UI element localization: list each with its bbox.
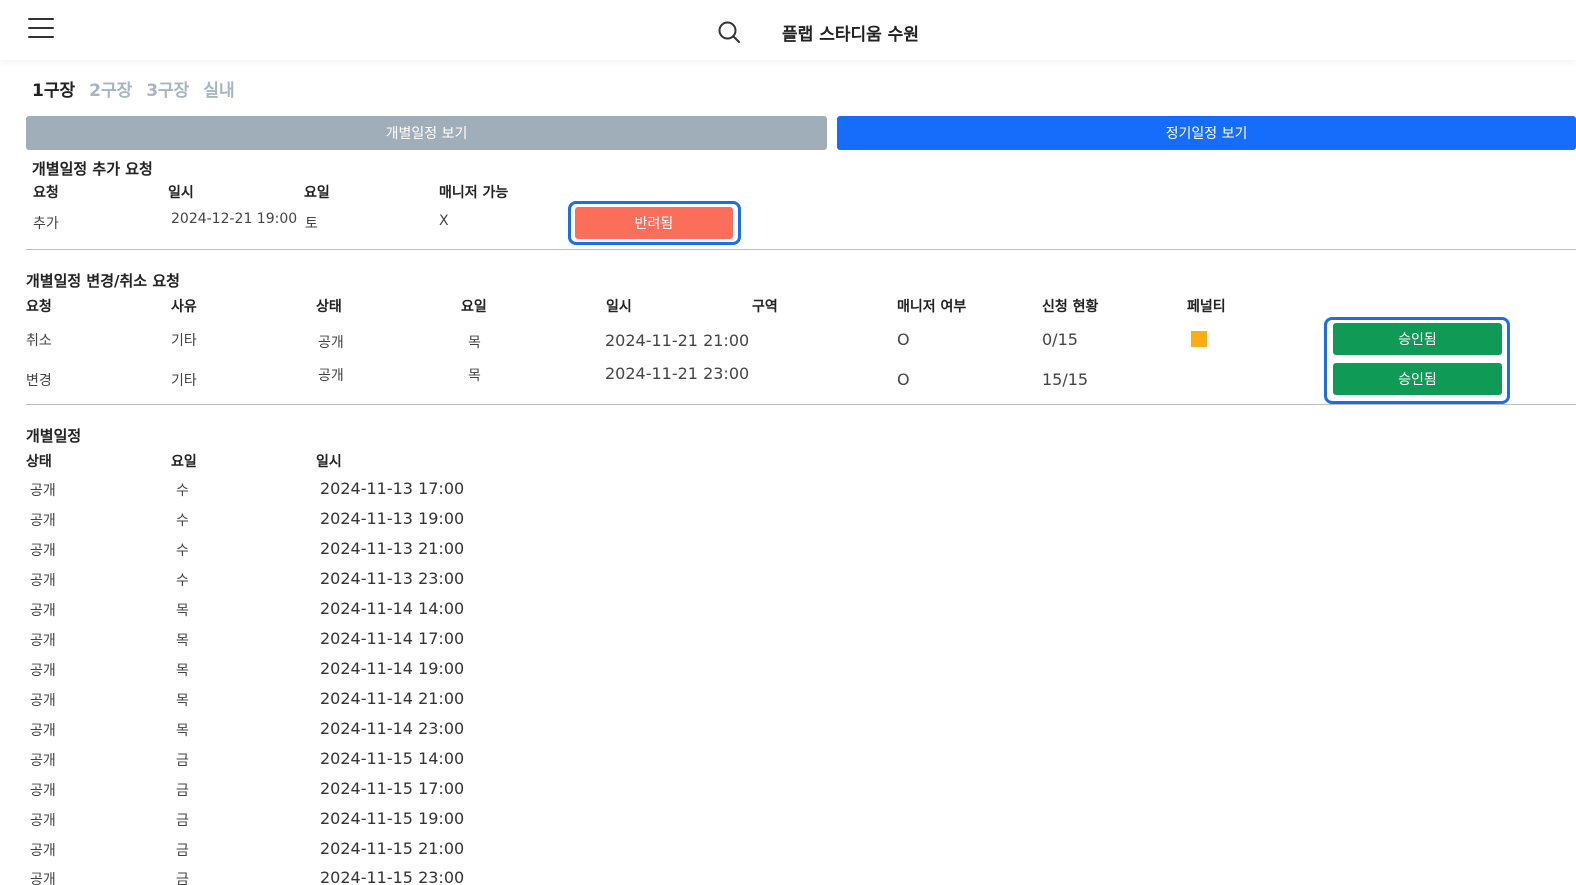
change-header-request: 요청: [26, 299, 52, 315]
tab-field-2[interactable]: 2구장: [89, 76, 132, 101]
schedule-datetime: 2024-11-13 17:00: [320, 479, 465, 498]
schedule-header-weekday: 요일: [171, 454, 197, 470]
schedule-weekday: 금: [176, 753, 189, 769]
change-row-1-reason: 기타: [171, 333, 197, 349]
schedule-state: 공개: [30, 633, 56, 649]
schedule-weekday: 목: [176, 663, 189, 679]
add-request-title: 개별일정 추가 요청: [32, 160, 153, 178]
search-icon[interactable]: [717, 20, 741, 44]
schedule-state: 공개: [30, 663, 56, 679]
change-row-2-reason: 기타: [171, 373, 197, 389]
change-header-datetime: 일시: [606, 299, 632, 315]
change-header-penalty: 페널티: [1187, 299, 1226, 315]
schedule-state: 공개: [30, 573, 56, 589]
add-row-request: 추가: [33, 216, 59, 232]
change-row-2-state: 공개: [318, 368, 344, 384]
schedule-datetime: 2024-11-15 14:00: [320, 749, 465, 768]
schedule-weekday: 목: [176, 633, 189, 649]
change-row-1-state: 공개: [318, 335, 344, 351]
add-row-datetime: 2024-12-21 19:00: [171, 211, 298, 227]
schedule-datetime: 2024-11-13 21:00: [320, 539, 465, 558]
schedule-weekday: 수: [176, 513, 189, 529]
schedule-header-state: 상태: [26, 454, 52, 470]
brand-title[interactable]: 플랩 스타디움 수원: [782, 20, 919, 45]
schedule-weekday: 수: [176, 573, 189, 589]
schedule-state: 공개: [30, 843, 56, 859]
penalty-indicator-icon: [1191, 331, 1207, 347]
add-header-manager: 매니저 가능: [439, 185, 509, 201]
tab-indoor[interactable]: 실내: [203, 76, 234, 101]
schedule-weekday: 수: [176, 543, 189, 559]
change-row-2-request: 변경: [26, 373, 52, 389]
top-bar: 플랩 스타디움 수원: [0, 0, 1576, 60]
schedule-weekday: 목: [176, 603, 189, 619]
schedule-header-datetime: 일시: [316, 454, 342, 470]
add-header-request: 요청: [33, 185, 59, 201]
rejected-status-button[interactable]: 반려됨: [575, 207, 733, 239]
add-row-manager: X: [439, 213, 449, 229]
change-row-2-applied: 15/15: [1042, 370, 1089, 389]
schedule-title: 개별일정: [26, 427, 82, 445]
schedule-state: 공개: [30, 813, 56, 829]
schedule-weekday: 금: [176, 813, 189, 829]
schedule-state: 공개: [30, 513, 56, 529]
schedule-datetime: 2024-11-14 14:00: [320, 599, 465, 618]
change-header-weekday: 요일: [461, 299, 487, 315]
schedule-state: 공개: [30, 872, 56, 885]
change-row-2-manager: O: [897, 370, 910, 389]
schedule-state: 공개: [30, 693, 56, 709]
schedule-weekday: 금: [176, 872, 189, 885]
schedule-state: 공개: [30, 723, 56, 739]
schedule-weekday: 금: [176, 783, 189, 799]
schedule-state: 공개: [30, 483, 56, 499]
schedule-datetime: 2024-11-14 19:00: [320, 659, 465, 678]
tab-field-3[interactable]: 3구장: [146, 76, 189, 101]
schedule-datetime: 2024-11-13 19:00: [320, 509, 465, 528]
schedule-weekday: 수: [176, 483, 189, 499]
change-header-zone: 구역: [752, 299, 778, 315]
schedule-state: 공개: [30, 543, 56, 559]
add-header-weekday: 요일: [304, 185, 330, 201]
schedule-state: 공개: [30, 603, 56, 619]
change-row-1-manager: O: [897, 330, 910, 349]
change-request-title: 개별일정 변경/취소 요청: [26, 272, 180, 290]
schedule-datetime: 2024-11-14 23:00: [320, 719, 465, 738]
view-regular-schedule-button[interactable]: 정기일정 보기: [837, 116, 1576, 150]
schedule-datetime: 2024-11-15 19:00: [320, 809, 465, 828]
change-header-manager: 매니저 여부: [897, 299, 967, 315]
divider: [26, 249, 1576, 250]
tab-field-1[interactable]: 1구장: [32, 76, 75, 101]
change-header-applied: 신청 현황: [1042, 299, 1099, 315]
change-row-1-datetime: 2024-11-21 21:00: [605, 331, 750, 350]
add-header-datetime: 일시: [168, 185, 194, 201]
schedule-datetime: 2024-11-15 17:00: [320, 779, 465, 798]
approved-status-button-1[interactable]: 승인됨: [1333, 323, 1502, 355]
hamburger-menu-icon[interactable]: [28, 18, 54, 40]
schedule-datetime: 2024-11-14 17:00: [320, 629, 465, 648]
change-row-1-request: 취소: [26, 333, 52, 349]
schedule-datetime: 2024-11-15 23:00: [320, 868, 465, 885]
schedule-state: 공개: [30, 783, 56, 799]
view-individual-schedule-button[interactable]: 개별일정 보기: [26, 116, 827, 150]
schedule-datetime: 2024-11-14 21:00: [320, 689, 465, 708]
schedule-weekday: 금: [176, 843, 189, 859]
schedule-datetime: 2024-11-15 21:00: [320, 839, 465, 858]
divider: [26, 404, 1576, 405]
change-row-1-applied: 0/15: [1042, 330, 1078, 349]
schedule-list: 공개 수 2024-11-13 17:00 공개 수 2024-11-13 19…: [0, 478, 1576, 885]
approved-status-button-2[interactable]: 승인됨: [1333, 363, 1502, 395]
schedule-state: 공개: [30, 753, 56, 769]
change-row-2-weekday: 목: [468, 368, 481, 384]
schedule-weekday: 목: [176, 723, 189, 739]
stadium-tabs: 1구장 2구장 3구장 실내: [32, 76, 235, 101]
change-row-1-weekday: 목: [468, 335, 481, 351]
change-row-2-datetime: 2024-11-21 23:00: [605, 364, 750, 383]
schedule-datetime: 2024-11-13 23:00: [320, 569, 465, 588]
change-header-reason: 사유: [171, 299, 197, 315]
schedule-weekday: 목: [176, 693, 189, 709]
add-row-weekday: 토: [305, 216, 318, 232]
change-header-state: 상태: [316, 299, 342, 315]
